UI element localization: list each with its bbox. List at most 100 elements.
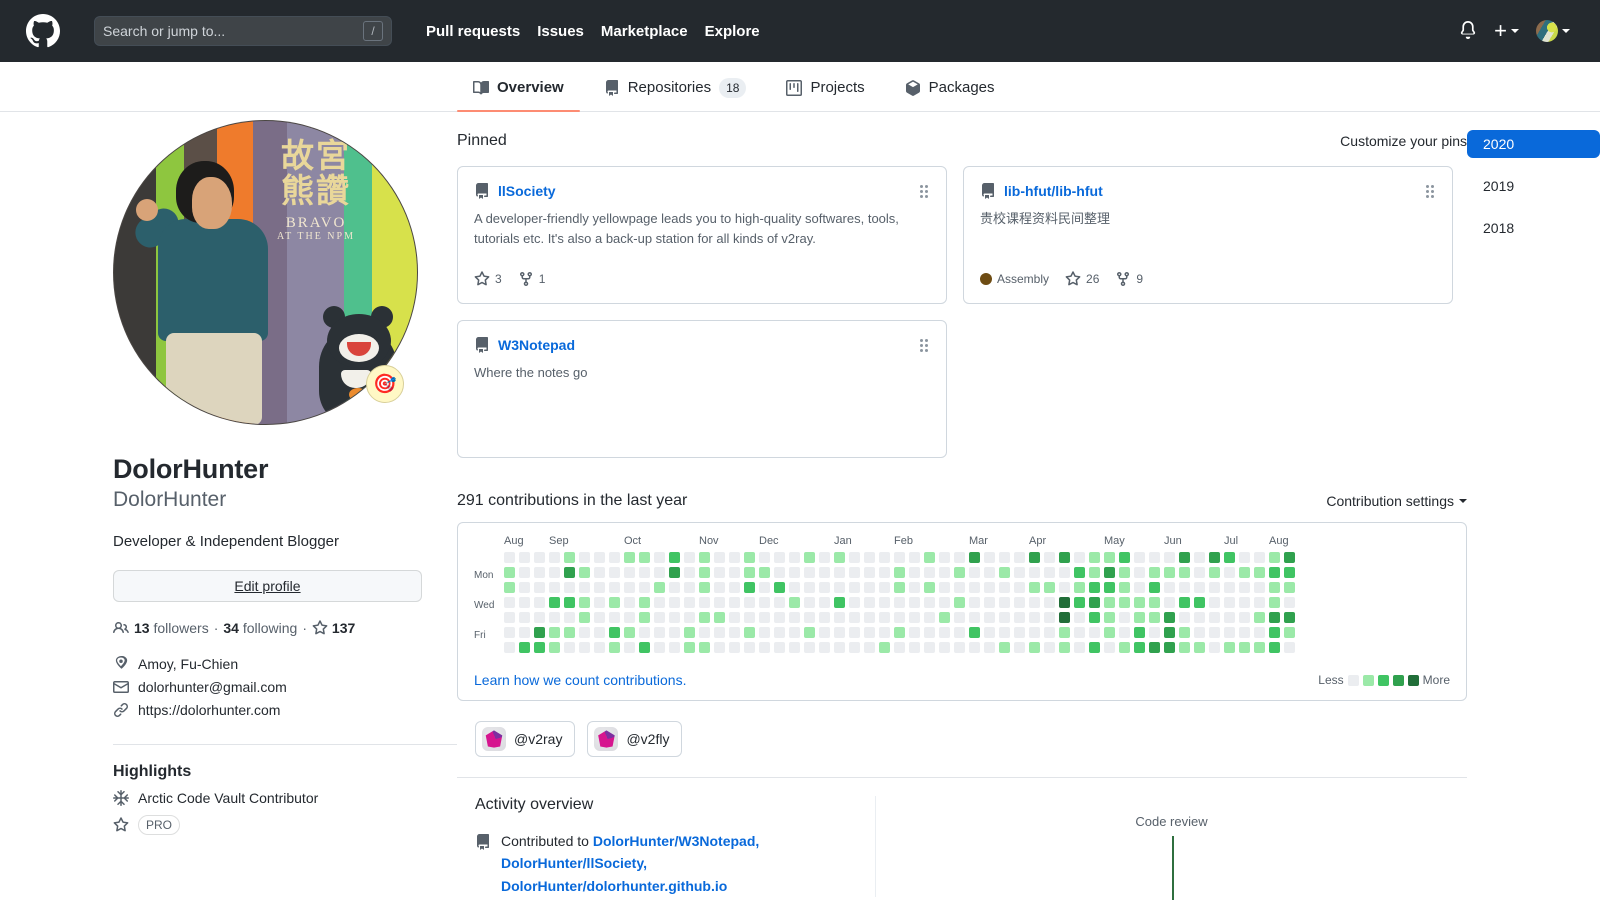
contribution-day-cell[interactable]	[1224, 627, 1235, 638]
year-item-2019[interactable]: 2019	[1467, 172, 1600, 200]
contribution-day-cell[interactable]	[879, 612, 890, 623]
contribution-day-cell[interactable]	[594, 642, 605, 653]
contribution-day-cell[interactable]	[849, 612, 860, 623]
contribution-day-cell[interactable]	[1134, 552, 1145, 563]
contribution-day-cell[interactable]	[1164, 567, 1175, 578]
contribution-day-cell[interactable]	[504, 612, 515, 623]
contribution-day-cell[interactable]	[1059, 597, 1070, 608]
contribution-day-cell[interactable]	[759, 552, 770, 563]
contribution-day-cell[interactable]	[549, 597, 560, 608]
contribution-day-cell[interactable]	[1284, 552, 1295, 563]
contribution-day-cell[interactable]	[654, 642, 665, 653]
contribution-day-cell[interactable]	[549, 552, 560, 563]
contribution-day-cell[interactable]	[804, 612, 815, 623]
contribution-day-cell[interactable]	[729, 552, 740, 563]
contribution-day-cell[interactable]	[759, 612, 770, 623]
contribution-day-cell[interactable]	[954, 552, 965, 563]
contribution-day-cell[interactable]	[699, 597, 710, 608]
contribution-day-cell[interactable]	[609, 552, 620, 563]
contribution-day-cell[interactable]	[639, 597, 650, 608]
contribution-day-cell[interactable]	[519, 627, 530, 638]
contribution-day-cell[interactable]	[699, 627, 710, 638]
contribution-day-cell[interactable]	[774, 567, 785, 578]
contribution-day-cell[interactable]	[624, 567, 635, 578]
contribution-day-cell[interactable]	[1284, 567, 1295, 578]
contribution-day-cell[interactable]	[924, 597, 935, 608]
contribution-day-cell[interactable]	[669, 642, 680, 653]
contribution-day-cell[interactable]	[1224, 582, 1235, 593]
contribution-day-cell[interactable]	[819, 597, 830, 608]
contribution-day-cell[interactable]	[564, 552, 575, 563]
contribution-day-cell[interactable]	[864, 612, 875, 623]
contribution-day-cell[interactable]	[744, 612, 755, 623]
contribution-day-cell[interactable]	[1119, 612, 1130, 623]
contribution-day-cell[interactable]	[1269, 552, 1280, 563]
contribution-day-cell[interactable]	[774, 627, 785, 638]
contribution-day-cell[interactable]	[1044, 612, 1055, 623]
contribution-day-cell[interactable]	[1269, 642, 1280, 653]
contribution-day-cell[interactable]	[609, 582, 620, 593]
contribution-day-cell[interactable]	[1164, 597, 1175, 608]
contribution-day-cell[interactable]	[1059, 612, 1070, 623]
contribution-day-cell[interactable]	[804, 642, 815, 653]
contribution-day-cell[interactable]	[1104, 567, 1115, 578]
activity-repo-link[interactable]: DolorHunter/llSociety,	[501, 855, 647, 871]
contribution-day-cell[interactable]	[684, 552, 695, 563]
contribution-day-cell[interactable]	[834, 597, 845, 608]
contribution-day-cell[interactable]	[1044, 642, 1055, 653]
contribution-day-cell[interactable]	[519, 582, 530, 593]
followers-label[interactable]: followers	[153, 620, 208, 636]
contribution-day-cell[interactable]	[1209, 597, 1220, 608]
highlight-arctic-vault[interactable]: Arctic Code Vault Contributor	[113, 790, 457, 806]
contribution-day-cell[interactable]	[909, 567, 920, 578]
contribution-day-cell[interactable]	[579, 642, 590, 653]
contribution-day-cell[interactable]	[729, 597, 740, 608]
contribution-day-cell[interactable]	[894, 642, 905, 653]
contribution-day-cell[interactable]	[954, 582, 965, 593]
search-input[interactable]: Search or jump to... /	[94, 16, 392, 46]
year-item-2020[interactable]: 2020	[1467, 130, 1600, 158]
contribution-day-cell[interactable]	[1149, 567, 1160, 578]
contribution-day-cell[interactable]	[1209, 642, 1220, 653]
contribution-day-cell[interactable]	[939, 597, 950, 608]
contribution-day-cell[interactable]	[1149, 627, 1160, 638]
contribution-day-cell[interactable]	[1269, 597, 1280, 608]
contribution-day-cell[interactable]	[894, 627, 905, 638]
contribution-day-cell[interactable]	[864, 642, 875, 653]
contribution-day-cell[interactable]	[699, 582, 710, 593]
pinned-repo-forks[interactable]: 9	[1115, 271, 1143, 287]
contribution-day-cell[interactable]	[1179, 597, 1190, 608]
contribution-day-cell[interactable]	[759, 597, 770, 608]
contribution-day-cell[interactable]	[1134, 567, 1145, 578]
contribution-day-cell[interactable]	[1194, 567, 1205, 578]
contribution-day-cell[interactable]	[1239, 597, 1250, 608]
contribution-day-cell[interactable]	[1194, 642, 1205, 653]
contribution-day-cell[interactable]	[1254, 642, 1265, 653]
contribution-day-cell[interactable]	[999, 642, 1010, 653]
contribution-day-cell[interactable]	[819, 582, 830, 593]
contribution-day-cell[interactable]	[804, 567, 815, 578]
contribution-day-cell[interactable]	[1254, 567, 1265, 578]
contribution-day-cell[interactable]	[1239, 612, 1250, 623]
pinned-repo-card[interactable]: lib-hfut/lib-hfut 贵校课程资料民间整理 Assembly 26	[963, 166, 1453, 304]
contribution-day-cell[interactable]	[534, 582, 545, 593]
contribution-day-cell[interactable]	[954, 642, 965, 653]
contribution-day-cell[interactable]	[534, 567, 545, 578]
contribution-day-cell[interactable]	[714, 597, 725, 608]
contribution-day-cell[interactable]	[609, 642, 620, 653]
contribution-day-cell[interactable]	[789, 627, 800, 638]
contribution-day-cell[interactable]	[954, 597, 965, 608]
contribution-day-cell[interactable]	[1059, 552, 1070, 563]
contribution-day-cell[interactable]	[624, 627, 635, 638]
contribution-day-cell[interactable]	[714, 552, 725, 563]
contribution-day-cell[interactable]	[849, 552, 860, 563]
contribution-day-cell[interactable]	[879, 627, 890, 638]
contribution-day-cell[interactable]	[564, 642, 575, 653]
contribution-day-cell[interactable]	[1269, 627, 1280, 638]
contribution-day-cell[interactable]	[909, 627, 920, 638]
contribution-day-cell[interactable]	[1269, 612, 1280, 623]
contribution-day-cell[interactable]	[1164, 552, 1175, 563]
contribution-day-cell[interactable]	[1179, 612, 1190, 623]
contribution-day-cell[interactable]	[1104, 612, 1115, 623]
contribution-day-cell[interactable]	[639, 567, 650, 578]
